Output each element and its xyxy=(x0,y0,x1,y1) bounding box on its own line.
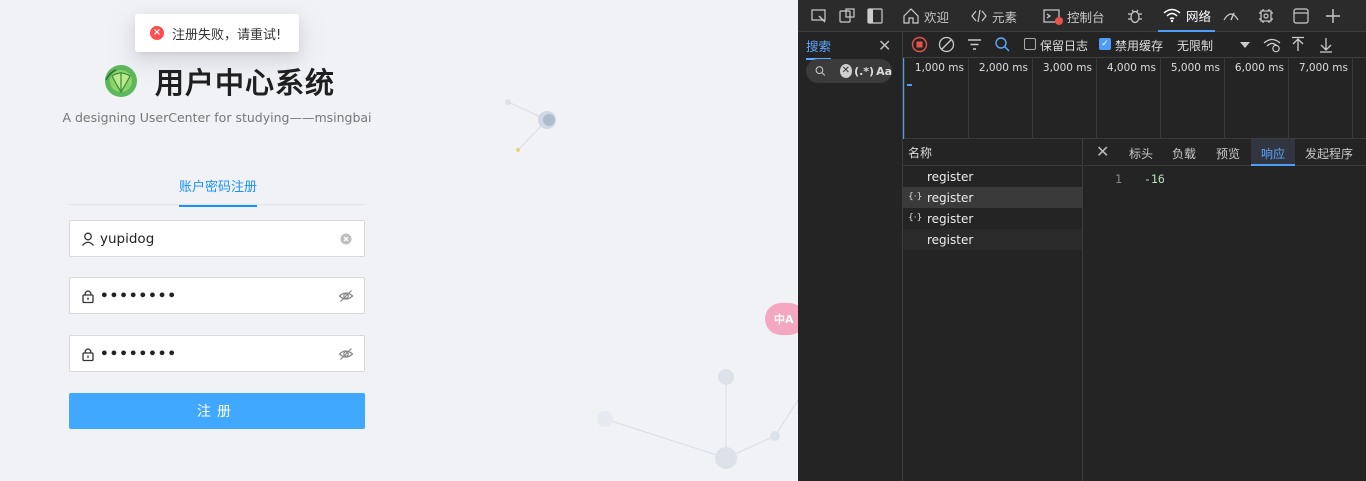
tab-search[interactable]: 搜索 xyxy=(806,36,832,60)
request-row[interactable]: register xyxy=(903,229,1082,250)
toast-message: 注册失败，请重试! xyxy=(172,27,282,43)
eye-invisible-icon[interactable] xyxy=(338,346,354,362)
search-input[interactable]: ✕ (.*) Aa xyxy=(806,59,892,83)
request-detail-tabs: ✕ 标头 负载 预览 响应 发起程序 xyxy=(1084,139,1366,166)
request-name: register xyxy=(927,211,974,226)
application-icon[interactable] xyxy=(1292,7,1310,25)
error-toast: × 注册失败，请重试! xyxy=(135,14,299,52)
requests-list: register {·} register {·} register regis… xyxy=(903,166,1083,481)
request-row[interactable]: register xyxy=(903,166,1082,187)
preserve-log-label: 保留日志 xyxy=(1040,39,1089,53)
devtools-panel: 欢迎 元素 控制台 网络 搜索 ✕ ✕ (.*) Aa 保留日志 ✓ 禁用缓存 … xyxy=(798,0,1366,481)
tab-preview[interactable]: 预览 xyxy=(1216,145,1240,162)
eye-invisible-icon[interactable] xyxy=(338,288,354,304)
network-conditions-icon[interactable] xyxy=(1263,36,1281,53)
disable-cache-label: 禁用缓存 xyxy=(1115,39,1164,53)
page-title: 用户中心系统 xyxy=(155,66,336,100)
devtools-tab-bar: 欢迎 元素 控制台 网络 xyxy=(798,0,1366,32)
request-name: register xyxy=(927,232,974,247)
confirm-password-field[interactable]: •••••••• xyxy=(69,335,365,372)
request-name: register xyxy=(927,169,974,184)
clear-log-icon[interactable] xyxy=(938,36,955,53)
tab-elements[interactable]: 元素 xyxy=(970,0,1017,32)
clear-input-icon[interactable] xyxy=(338,231,354,247)
timeline-tick: 3,000 ms xyxy=(1032,58,1096,139)
wifi-icon xyxy=(1163,8,1181,23)
disable-cache-checkbox[interactable]: ✓ xyxy=(1099,38,1111,50)
username-value: yupidog xyxy=(100,230,155,247)
search-network-icon[interactable] xyxy=(994,36,1011,53)
request-row[interactable]: {·} register xyxy=(903,187,1082,208)
request-name: register xyxy=(927,190,974,205)
tab-welcome-label: 欢迎 xyxy=(924,9,950,25)
fetch-icon: {·} xyxy=(908,192,923,202)
username-field[interactable]: yupidog xyxy=(69,220,365,257)
regex-toggle[interactable]: (.*) xyxy=(854,65,874,78)
search-icon xyxy=(815,66,826,76)
timeline-tick: 2,000 ms xyxy=(968,58,1032,139)
network-timeline[interactable]: 1,000 ms 2,000 ms 3,000 ms 4,000 ms 5,00… xyxy=(903,58,1366,139)
timeline-tick: 4,000 ms xyxy=(1096,58,1160,139)
match-case-toggle[interactable]: Aa xyxy=(876,65,892,78)
close-search-icon[interactable]: ✕ xyxy=(878,36,891,55)
fetch-icon: {·} xyxy=(908,213,923,223)
lock-icon xyxy=(82,289,94,303)
home-icon xyxy=(903,8,919,24)
add-tab-icon[interactable] xyxy=(1324,7,1342,25)
close-detail-icon[interactable]: ✕ xyxy=(1096,142,1109,161)
performance-icon[interactable] xyxy=(1222,7,1240,25)
inspect-icon[interactable] xyxy=(810,7,828,25)
device-toggle-icon[interactable] xyxy=(838,7,856,25)
line-number: 1 xyxy=(1115,172,1122,186)
throttle-select[interactable]: 无限制 xyxy=(1177,37,1213,54)
lock-icon xyxy=(82,347,94,361)
timeline-tick: 6,000 ms xyxy=(1224,58,1288,139)
brand-header: 用户中心系统 xyxy=(102,60,335,102)
error-icon: × xyxy=(150,26,164,40)
confirm-password-value: •••••••• xyxy=(100,345,178,362)
record-stop-icon[interactable] xyxy=(911,36,928,53)
tab-network-label: 网络 xyxy=(1186,8,1212,24)
timeline-tick: 5,000 ms xyxy=(1160,58,1224,139)
timeline-tick xyxy=(1352,58,1366,139)
tab-response[interactable]: 响应 xyxy=(1261,145,1285,162)
filter-icon[interactable] xyxy=(966,36,983,53)
app-viewport: × 注册失败，请重试! 用户中心系统 A designing UserCente… xyxy=(0,0,798,481)
clear-search-icon[interactable]: ✕ xyxy=(839,64,853,78)
requests-name-header[interactable]: 名称 xyxy=(903,139,1083,166)
console-icon xyxy=(1043,9,1063,25)
tab-console-label: 控制台 xyxy=(1067,9,1105,25)
timeline-tick: 7,000 ms xyxy=(1288,58,1352,139)
tab-payload[interactable]: 负载 xyxy=(1172,145,1196,162)
code-icon xyxy=(971,9,987,23)
request-row[interactable]: {·} register xyxy=(903,208,1082,229)
login-tabs: 账户密码注册 xyxy=(69,168,365,207)
bug-icon[interactable] xyxy=(1126,7,1144,25)
tab-elements-label: 元素 xyxy=(992,9,1018,25)
tab-headers[interactable]: 标头 xyxy=(1129,145,1153,162)
tab-welcome[interactable]: 欢迎 xyxy=(902,0,949,32)
preserve-log-checkbox[interactable] xyxy=(1024,38,1036,50)
tab-console[interactable]: 控制台 xyxy=(1043,0,1105,32)
network-toolbar: 保留日志 ✓ 禁用缓存 无限制 xyxy=(903,32,1366,58)
user-icon xyxy=(82,232,94,246)
import-har-icon[interactable] xyxy=(1290,36,1306,53)
password-field[interactable]: •••••••• xyxy=(69,277,365,314)
tab-initiator[interactable]: 发起程序 xyxy=(1305,145,1353,162)
response-body: 1 -16 xyxy=(1084,166,1366,481)
register-button[interactable]: 注册 xyxy=(69,393,365,429)
response-value: -16 xyxy=(1144,172,1165,186)
page-subtitle: A designing UserCenter for studying——msi… xyxy=(62,110,372,125)
export-har-icon[interactable] xyxy=(1318,36,1334,53)
password-value: •••••••• xyxy=(100,287,178,304)
search-panel: 搜索 ✕ ✕ (.*) Aa xyxy=(798,32,903,481)
cpu-icon[interactable] xyxy=(1257,7,1275,25)
timeline-tick: 1,000 ms xyxy=(904,58,968,139)
dock-side-icon[interactable] xyxy=(866,7,884,25)
cabbage-logo-icon xyxy=(105,65,137,97)
tab-account-register[interactable]: 账户密码注册 xyxy=(179,176,258,207)
tab-network[interactable]: 网络 xyxy=(1158,0,1216,32)
chevron-down-icon[interactable] xyxy=(1239,39,1251,51)
